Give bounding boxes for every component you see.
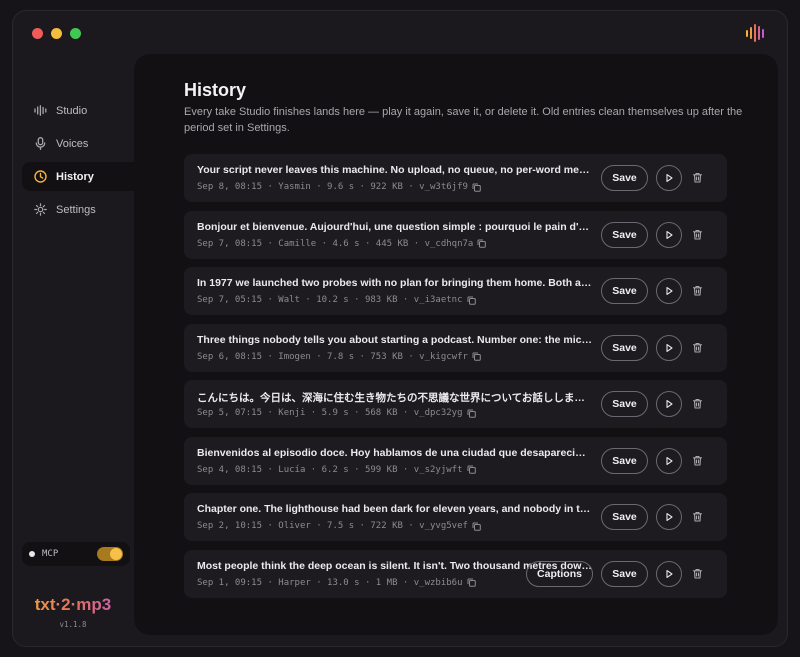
history-text: Bienvenidos al episodio doce. Hoy hablam… [197,446,592,459]
play-icon [664,230,674,240]
history-text: こんにちは。今日は、深海に住む生き物たちの不思議な世界についてお話しします。 [197,392,592,404]
play-button[interactable] [656,391,682,417]
page-description: Every take Studio finishes lands here — … [184,106,743,134]
audio-bars-icon [746,23,768,43]
history-row: Most people think the deep ocean is sile… [184,549,727,598]
save-button[interactable]: Save [601,278,648,304]
sidebar: Studio Voices History Settings MCP txt·2… [12,10,146,647]
sidebar-item-label: Voices [56,137,89,150]
copy-icon[interactable] [467,465,476,474]
history-meta: Sep 6, 08:15 · Imogen · 7.8 s · 753 KB ·… [197,352,481,362]
history-text: Three things nobody tells you about star… [197,333,592,346]
delete-icon[interactable] [691,341,704,354]
history-text: Chapter one. The lighthouse had been dar… [197,503,592,515]
sidebar-item-history[interactable]: History [22,162,146,191]
history-text: Your script never leaves this machine. N… [197,164,592,176]
copy-icon[interactable] [467,296,476,305]
play-button[interactable] [656,278,682,304]
history-meta-text: Sep 4, 08:15 · Lucía · 6.2 s · 599 KB · … [197,464,463,475]
clock-icon [34,170,47,183]
history-meta: Sep 5, 07:15 · Kenji · 5.9 s · 568 KB · … [197,408,476,418]
play-icon [664,343,674,353]
history-meta: Sep 7, 08:15 · Camille · 4.6 s · 445 KB … [197,238,487,249]
delete-icon[interactable] [691,228,704,241]
captions-button[interactable]: Captions [526,560,593,587]
play-button[interactable] [656,504,682,530]
history-text: In 1977 we launched two probes with no p… [197,277,592,289]
play-icon [664,569,674,579]
play-icon [664,456,674,466]
page-title: History [184,80,247,100]
app-version: v1.1.8 [59,620,87,629]
history-meta-text: Sep 6, 08:15 · Imogen · 7.8 s · 753 KB ·… [197,351,468,362]
delete-icon[interactable] [691,397,704,410]
mcp-status-dot [29,551,35,557]
history-meta: Sep 8, 08:15 · Yasmin · 9.6 s · 922 KB ·… [197,182,481,192]
delete-icon[interactable] [691,454,704,467]
mcp-toggle[interactable] [97,547,123,561]
main-panel: History Every take Studio finishes lands… [134,54,778,635]
history-row: Bienvenidos al episodio doce. Hoy hablam… [184,436,727,485]
history-meta: Sep 4, 08:15 · Lucía · 6.2 s · 599 KB · … [197,465,476,475]
delete-icon[interactable] [691,284,704,297]
delete-icon[interactable] [691,171,704,184]
play-button[interactable] [656,334,682,361]
play-button[interactable] [656,447,682,474]
history-meta-text: Sep 8, 08:15 · Yasmin · 9.6 s · 922 KB ·… [197,182,468,192]
microphone-icon [34,137,47,150]
history-row: Your script never leaves this machine. N… [184,154,727,202]
play-icon [664,399,674,409]
save-button[interactable]: Save [601,504,648,530]
play-icon [664,512,674,522]
history-meta-text: Sep 7, 05:15 · Walt · 10.2 s · 983 KB · … [197,295,463,305]
save-button[interactable]: Save [601,391,648,417]
copy-icon[interactable] [467,578,476,587]
history-row: Bonjour et bienvenue. Aujourd'hui, une q… [184,210,727,259]
sidebar-item-label: History [56,170,94,183]
save-button[interactable]: Save [601,221,648,248]
history-row: Chapter one. The lighthouse had been dar… [184,493,727,541]
save-button[interactable]: Save [601,165,648,191]
app-window: Studio Voices History Settings MCP txt·2… [12,10,788,647]
sidebar-item-studio[interactable]: Studio [22,96,134,125]
copy-icon[interactable] [467,409,476,418]
play-icon [664,173,674,183]
save-button[interactable]: Save [601,334,648,361]
copy-icon[interactable] [472,183,481,192]
sidebar-nav: Studio Voices History Settings [22,96,146,224]
play-icon [664,286,674,296]
history-list: Your script never leaves this machine. N… [184,154,727,598]
sidebar-item-label: Settings [56,203,96,216]
delete-icon[interactable] [691,510,704,523]
history-meta: Sep 1, 09:15 · Harper · 13.0 s · 1 MB · … [197,578,476,588]
history-row: こんにちは。今日は、深海に住む生き物たちの不思議な世界についてお話しします。 S… [184,380,727,428]
waveform-icon [34,104,47,117]
history-row: In 1977 we launched two probes with no p… [184,267,727,315]
delete-icon[interactable] [691,567,704,580]
play-button[interactable] [656,165,682,191]
history-meta-text: Sep 1, 09:15 · Harper · 13.0 s · 1 MB · … [197,577,463,588]
history-meta: Sep 7, 05:15 · Walt · 10.2 s · 983 KB · … [197,295,476,305]
history-meta: Sep 2, 10:15 · Oliver · 7.5 s · 722 KB ·… [197,521,481,531]
app-logo: txt·2·mp3 [12,595,134,615]
sidebar-item-voices[interactable]: Voices [22,129,134,158]
sidebar-item-settings[interactable]: Settings [22,195,134,224]
gear-icon [34,203,47,216]
copy-icon[interactable] [472,352,481,361]
mcp-toggle-row: MCP [22,542,130,566]
copy-icon[interactable] [472,522,481,531]
history-meta-text: Sep 7, 08:15 · Camille · 4.6 s · 445 KB … [197,238,474,249]
mcp-label: MCP [42,549,59,559]
save-button[interactable]: Save [601,560,648,587]
history-meta-text: Sep 2, 10:15 · Oliver · 7.5 s · 722 KB ·… [197,521,468,531]
history-row: Three things nobody tells you about star… [184,323,727,372]
play-button[interactable] [656,221,682,248]
sidebar-item-label: Studio [56,104,88,117]
save-button[interactable]: Save [601,447,648,474]
copy-icon[interactable] [477,239,487,248]
history-meta-text: Sep 5, 07:15 · Kenji · 5.9 s · 568 KB · … [197,408,463,418]
play-button[interactable] [656,560,682,587]
history-text: Bonjour et bienvenue. Aujourd'hui, une q… [197,220,592,233]
